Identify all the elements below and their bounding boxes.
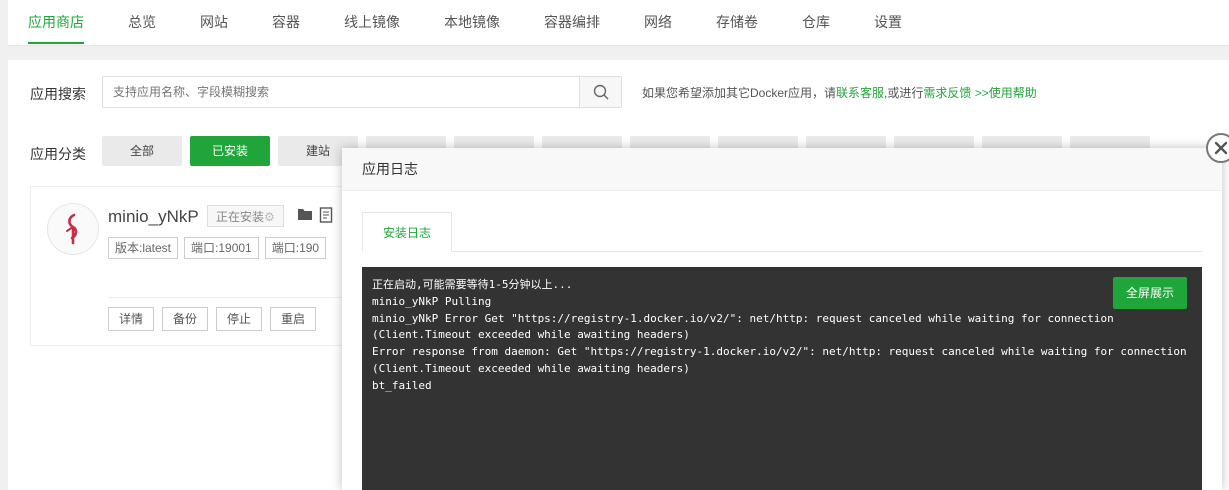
tab-network[interactable]: 网络 [644,0,672,44]
app-status-badge: 正在安装⚙ [207,205,284,227]
category-installed[interactable]: 已安装 [190,136,270,166]
top-navigation-bar: 应用商店 总览 网站 容器 线上镜像 本地镜像 容器编排 网络 存储卷 仓库 设… [8,0,1229,46]
tab-websites[interactable]: 网站 [200,0,228,44]
category-all[interactable]: 全部 [102,136,182,166]
folder-icon[interactable] [297,207,313,221]
modal-tabs: 安装日志 [362,212,1202,252]
tab-overview[interactable]: 总览 [128,0,156,44]
backup-button[interactable]: 备份 [162,307,209,331]
modal-title: 应用日志 [342,148,1222,191]
app-name: minio_yNkP [108,207,199,226]
search-tip-text: 如果您希望添加其它Docker应用，请 [642,86,837,100]
loading-gear-icon: ⚙ [264,210,275,224]
search-tip: 如果您希望添加其它Docker应用，请联系客服,或进行需求反馈 >>使用帮助 [642,84,1037,101]
app-logo [47,203,99,255]
log-line: (Client.Timeout exceeded while awaiting … [372,361,690,375]
tab-containers[interactable]: 容器 [272,0,300,44]
tab-volumes[interactable]: 存储卷 [716,0,758,44]
details-button[interactable]: 详情 [108,307,155,331]
app-actions: 详情 备份 停止 重启 [108,307,317,331]
search-tip-mid: ,或进行 [884,86,924,100]
tab-registry[interactable]: 仓库 [802,0,830,44]
search-button[interactable] [579,77,621,107]
minio-logo-icon [66,213,78,245]
log-output[interactable]: 正在启动,可能需要等待1-5分钟以上... minio_yNkP Pulling… [362,267,1202,490]
search-label: 应用搜索 [30,86,86,102]
tab-online-images[interactable]: 线上镜像 [344,0,400,44]
stop-button[interactable]: 停止 [216,307,263,331]
app-status-text: 正在安装 [216,210,265,224]
modal-close-button[interactable] [1206,133,1229,163]
app-card: minio_yNkP 正在安装⚙ 版本:latest 端口:19001 端口:1… [30,186,390,346]
log-file-icon[interactable] [319,207,333,223]
fullscreen-button[interactable]: 全屏展示 [1112,277,1187,309]
version-tag: 版本:latest [108,237,179,259]
log-line: minio_yNkP Pulling [372,294,492,308]
search-icon [593,84,608,100]
close-icon [1214,141,1228,155]
tab-install-log[interactable]: 安装日志 [362,212,452,252]
tab-settings[interactable]: 设置 [874,0,902,44]
app-tags: 版本:latest 端口:19001 端口:190 [108,237,327,259]
search-input[interactable] [103,77,579,107]
port-tag: 端口:190 [264,237,327,259]
tab-local-images[interactable]: 本地镜像 [444,0,500,44]
contact-support-link[interactable]: 联系客服 [836,86,884,100]
feedback-link[interactable]: 需求反馈 [923,86,971,100]
log-line: Error response from daemon: Get "https:/… [372,345,1187,359]
tab-app-store[interactable]: 应用商店 [28,0,84,44]
log-line: bt_failed [372,378,432,392]
category-label: 应用分类 [30,146,86,162]
log-line: 正在启动,可能需要等待1-5分钟以上... [372,278,573,291]
log-line: (Client.Timeout exceeded while awaiting … [372,328,690,342]
search-box [102,76,622,108]
tab-compose[interactable]: 容器编排 [544,0,600,44]
top-nav-tabs: 应用商店 总览 网站 容器 线上镜像 本地镜像 容器编排 网络 存储卷 仓库 设… [8,0,1229,44]
port-tag: 端口:19001 [184,237,259,259]
log-line: minio_yNkP Error Get "https://registry-1… [372,311,1114,325]
app-log-modal: 应用日志 安装日志 正在启动,可能需要等待1-5分钟以上... minio_yN… [342,148,1222,490]
app-quick-icons [297,207,333,223]
help-link[interactable]: >>使用帮助 [971,86,1037,100]
restart-button[interactable]: 重启 [270,307,317,331]
